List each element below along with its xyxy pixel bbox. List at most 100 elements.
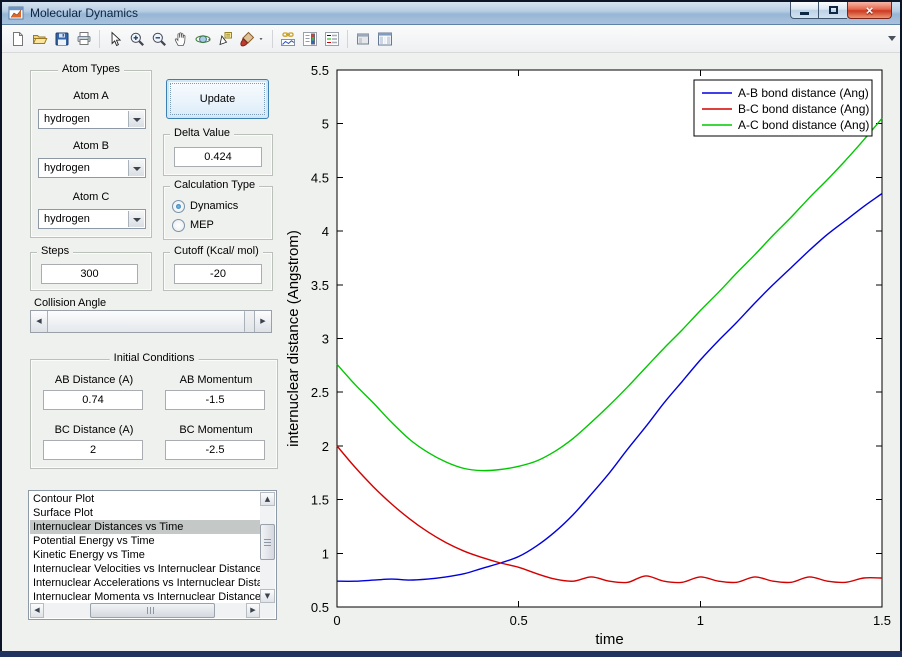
- save-figure-icon[interactable]: [51, 28, 73, 50]
- steps-input[interactable]: [41, 264, 138, 284]
- atom-a-label: Atom A: [73, 90, 109, 102]
- toolbar-separator: [268, 28, 277, 50]
- scrollbar-corner: [260, 603, 275, 618]
- chevron-down-icon[interactable]: [128, 211, 144, 227]
- toolbar-overflow-icon[interactable]: [888, 36, 896, 45]
- y-tick-label: 1: [322, 546, 329, 561]
- show-plot-tools-dock-icon[interactable]: [374, 28, 396, 50]
- atom-types-panel: Atom Types Atom A hydrogen Atom B hydrog…: [30, 63, 152, 238]
- open-file-icon[interactable]: [29, 28, 51, 50]
- cutoff-input[interactable]: [174, 264, 262, 284]
- edit-plot-icon[interactable]: [104, 28, 126, 50]
- hide-plot-tools-icon[interactable]: [352, 28, 374, 50]
- horizontal-scrollbar[interactable]: ◀ ▶: [30, 603, 260, 618]
- minimize-icon: [800, 11, 809, 15]
- list-item[interactable]: Contour Plot: [30, 492, 260, 506]
- radio-icon: [172, 199, 185, 213]
- chevron-down-icon[interactable]: [128, 160, 144, 176]
- chevron-down-icon[interactable]: [128, 111, 144, 127]
- rotate-3d-icon[interactable]: [192, 28, 214, 50]
- panel-title: Cutoff (Kcal/ mol): [170, 245, 263, 257]
- up-arrow-icon: ▲: [264, 494, 271, 503]
- vertical-scroll-thumb[interactable]: [260, 524, 275, 560]
- scroll-right-button[interactable]: ▶: [246, 603, 260, 618]
- legend-entry: A-B bond distance (Ang): [738, 86, 869, 100]
- atom-c-dropdown[interactable]: hydrogen: [38, 209, 146, 229]
- radio-mep[interactable]: MEP: [172, 217, 214, 233]
- initial-conditions-panel: Initial Conditions AB Distance (A) AB Mo…: [30, 352, 278, 469]
- right-arrow-icon: ▶: [250, 606, 256, 614]
- scroll-left-button[interactable]: ◀: [30, 603, 44, 618]
- bc-momentum-input[interactable]: [165, 440, 265, 460]
- radio-dynamics[interactable]: Dynamics: [172, 198, 238, 214]
- data-cursor-icon[interactable]: [214, 28, 236, 50]
- list-item[interactable]: Surface Plot: [30, 506, 260, 520]
- update-button[interactable]: Update: [166, 79, 269, 119]
- collision-angle-label: Collision Angle: [34, 297, 107, 309]
- panel-title: Atom Types: [58, 63, 124, 75]
- y-tick-label: 2: [322, 439, 329, 454]
- vertical-scrollbar[interactable]: ▲ ▼: [260, 492, 275, 603]
- slider-thumb[interactable]: [48, 311, 245, 332]
- link-plot-icon[interactable]: [277, 28, 299, 50]
- scroll-down-button[interactable]: ▼: [260, 589, 275, 603]
- x-tick-label: 1: [697, 613, 704, 628]
- maximize-button[interactable]: [819, 2, 847, 19]
- titlebar[interactable]: Molecular Dynamics ×: [2, 2, 900, 25]
- bc-momentum-label: BC Momentum: [179, 424, 253, 436]
- list-item[interactable]: Internuclear Accelerations vs Internucle…: [30, 576, 260, 590]
- atom-c-value: hydrogen: [44, 213, 90, 225]
- delta-value-input[interactable]: [174, 147, 262, 167]
- y-tick-label: 1.5: [311, 493, 329, 508]
- minimize-button[interactable]: [790, 2, 819, 19]
- toolbar-separator: [95, 28, 104, 50]
- legend-entry: B-C bond distance (Ang): [738, 102, 869, 116]
- atom-b-label: Atom B: [72, 140, 110, 152]
- app-icon: [8, 5, 24, 21]
- y-tick-label: 2.5: [311, 385, 329, 400]
- right-arrow-icon: ▶: [260, 317, 266, 325]
- y-tick-label: 0.5: [311, 600, 329, 615]
- slider-left-arrow[interactable]: ◀: [31, 311, 48, 332]
- left-arrow-icon: ◀: [34, 606, 40, 614]
- collision-angle-slider[interactable]: ◀ ▶: [30, 310, 272, 333]
- insert-legend-icon[interactable]: [321, 28, 343, 50]
- pan-icon[interactable]: [170, 28, 192, 50]
- plot-axes: 0.5 1 1.5 2 2.5 3 3.5 4 4.5 5 5.5 0 0.5 1 1.5 time inter…: [285, 63, 891, 648]
- print-figure-icon[interactable]: [73, 28, 95, 50]
- plot-type-listbox[interactable]: Contour Plot Surface Plot Internuclear Dis…: [28, 490, 277, 620]
- zoom-out-icon[interactable]: [148, 28, 170, 50]
- slider-right-arrow[interactable]: ▶: [254, 311, 271, 332]
- atom-a-dropdown[interactable]: hydrogen: [38, 109, 146, 129]
- radio-label: Dynamics: [190, 200, 239, 212]
- figure-window: Molecular Dynamics × Atom Types Atom A h…: [2, 2, 900, 651]
- new-figure-icon[interactable]: [7, 28, 29, 50]
- radio-label: MEP: [190, 219, 214, 231]
- scroll-up-button[interactable]: ▲: [260, 492, 275, 506]
- brush-icon[interactable]: [236, 28, 258, 50]
- ab-momentum-input[interactable]: [165, 390, 265, 410]
- brush-dropdown-icon[interactable]: [258, 28, 268, 50]
- list-item[interactable]: Internuclear Momenta vs Internuclear Dis…: [30, 590, 260, 603]
- toolbar: [2, 25, 900, 53]
- close-button[interactable]: ×: [847, 2, 892, 19]
- panel-title: Initial Conditions: [109, 352, 199, 364]
- bc-distance-label: BC Distance (A): [54, 424, 134, 436]
- x-tick-label: 1.5: [873, 613, 891, 628]
- atom-b-dropdown[interactable]: hydrogen: [38, 158, 146, 178]
- zoom-in-icon[interactable]: [126, 28, 148, 50]
- legend[interactable]: A-B bond distance (Ang) B-C bond distance…: [693, 79, 873, 137]
- list-item[interactable]: Internuclear Velocities vs Internuclear …: [30, 562, 260, 576]
- x-axis-label: time: [595, 631, 623, 648]
- horizontal-scroll-thumb[interactable]: [90, 603, 215, 618]
- list-item[interactable]: Internuclear Distances vs Time: [30, 520, 260, 534]
- plot-list: Contour Plot Surface Plot Internuclear Dis…: [30, 492, 260, 603]
- insert-colorbar-icon[interactable]: [299, 28, 321, 50]
- ab-distance-input[interactable]: [43, 390, 143, 410]
- y-tick-label: 3: [322, 332, 329, 347]
- list-item[interactable]: Kinetic Energy vs Time: [30, 548, 260, 562]
- window-title: Molecular Dynamics: [30, 6, 139, 20]
- bc-distance-input[interactable]: [43, 440, 143, 460]
- y-tick-label: 5.5: [311, 63, 329, 78]
- list-item[interactable]: Potential Energy vs Time: [30, 534, 260, 548]
